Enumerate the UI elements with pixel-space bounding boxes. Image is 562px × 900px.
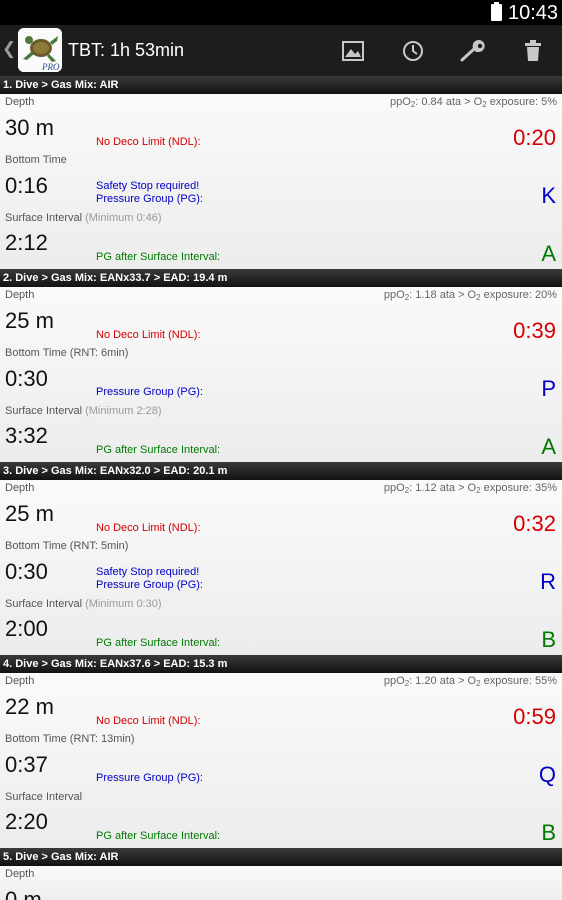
- pressure-group-label: Pressure Group (PG):: [96, 193, 203, 205]
- delete-button[interactable]: [515, 34, 551, 68]
- bottom-time-value[interactable]: 0:16: [5, 173, 48, 199]
- back-chevron-icon[interactable]: ❮: [2, 39, 16, 59]
- ndl-value: 0:20: [513, 125, 556, 150]
- pressure-group-value: K: [541, 183, 556, 208]
- pressure-group-value: P: [541, 376, 556, 401]
- bottom-time-label: Bottom Time (RNT: 6min): [5, 347, 129, 359]
- safety-stop-message: Safety Stop required!: [96, 180, 200, 192]
- history-button[interactable]: [395, 34, 431, 68]
- settings-button[interactable]: [455, 34, 491, 68]
- bottom-time-label: Bottom Time (RNT: 13min): [5, 733, 135, 745]
- bottom-time-value[interactable]: 0:30: [5, 366, 48, 392]
- status-clock: 10:43: [508, 2, 559, 24]
- page-title: TBT: 1h 53min: [68, 40, 185, 60]
- dive-list: 1. Dive > Gas Mix: AIR Depth ppO2: 0.84 …: [0, 76, 562, 900]
- pg-after-interval-label: PG after Surface Interval:: [96, 637, 221, 649]
- trash-icon: [525, 40, 541, 61]
- status-bar: 10:43: [0, 0, 562, 25]
- depth-value[interactable]: 25 m: [5, 501, 54, 527]
- pressure-group-value: Q: [538, 762, 556, 787]
- oxygen-info: ppO2: 1.18 ata > O2 exposure: 20%: [383, 289, 557, 302]
- dive-header[interactable]: 5. Dive > Gas Mix: AIR: [0, 848, 562, 866]
- ndl-label: No Deco Limit (NDL):: [96, 522, 201, 534]
- surface-interval-value[interactable]: 2:12: [5, 230, 48, 256]
- image-button[interactable]: [335, 34, 371, 68]
- pressure-group-value: R: [540, 569, 556, 594]
- battery-icon: [491, 2, 502, 21]
- depth-value[interactable]: 0 m: [5, 887, 42, 900]
- dive-card[interactable]: Depth 0 m: [0, 866, 562, 900]
- dive-card[interactable]: Depth ppO2: 0.84 ata > O2 exposure: 5% 3…: [0, 94, 562, 269]
- dive-header[interactable]: 2. Dive > Gas Mix: EANx33.7 > EAD: 19.4 …: [0, 269, 562, 287]
- depth-label: Depth: [5, 868, 35, 880]
- surface-interval-value[interactable]: 2:20: [5, 809, 48, 835]
- dive-header[interactable]: 4. Dive > Gas Mix: EANx37.6 > EAD: 15.3 …: [0, 655, 562, 673]
- ndl-label: No Deco Limit (NDL):: [96, 136, 201, 148]
- bottom-time-value[interactable]: 0:37: [5, 752, 48, 778]
- depth-value[interactable]: 30 m: [5, 115, 54, 141]
- oxygen-info: ppO2: 1.12 ata > O2 exposure: 35%: [383, 482, 557, 495]
- surface-interval-label: Surface Interval (Minimum 0:46): [5, 212, 162, 224]
- pressure-group-label: Pressure Group (PG):: [96, 579, 203, 591]
- dive-card[interactable]: Depth ppO2: 1.18 ata > O2 exposure: 20% …: [0, 287, 562, 462]
- ndl-label: No Deco Limit (NDL):: [96, 329, 201, 341]
- dive-header[interactable]: 3. Dive > Gas Mix: EANx32.0 > EAD: 20.1 …: [0, 462, 562, 480]
- action-bar: ❮ PRO TBT: 1h 53min: [0, 25, 562, 76]
- depth-value[interactable]: 25 m: [5, 308, 54, 334]
- wrench-icon: [460, 40, 485, 62]
- surface-interval-label: Surface Interval (Minimum 2:28): [5, 405, 162, 417]
- app-logo-icon[interactable]: PRO: [18, 28, 62, 72]
- bottom-time-label: Bottom Time (RNT: 5min): [5, 540, 129, 552]
- depth-value[interactable]: 22 m: [5, 694, 54, 720]
- ndl-value: 0:59: [513, 704, 556, 729]
- pg-after-interval-value: B: [541, 627, 556, 652]
- depth-label: Depth: [5, 675, 35, 687]
- pressure-group-label: Pressure Group (PG):: [96, 772, 203, 784]
- app-icon-text: PRO: [41, 62, 60, 72]
- dive-card[interactable]: Depth ppO2: 1.12 ata > O2 exposure: 35% …: [0, 480, 562, 655]
- ndl-value: 0:39: [513, 318, 556, 343]
- ndl-value: 0:32: [513, 511, 556, 536]
- depth-label: Depth: [5, 482, 35, 494]
- oxygen-info: ppO2: 1.20 ata > O2 exposure: 55%: [383, 675, 557, 688]
- depth-label: Depth: [5, 96, 35, 108]
- depth-label: Depth: [5, 289, 35, 301]
- pg-after-interval-label: PG after Surface Interval:: [96, 444, 221, 456]
- dive-card[interactable]: Depth ppO2: 1.20 ata > O2 exposure: 55% …: [0, 673, 562, 848]
- surface-interval-label: Surface Interval (Minimum 0:30): [5, 598, 162, 610]
- pg-after-interval-label: PG after Surface Interval:: [96, 830, 221, 842]
- surface-interval-value[interactable]: 3:32: [5, 423, 48, 449]
- pg-after-interval-value: A: [541, 241, 556, 266]
- pg-after-interval-label: PG after Surface Interval:: [96, 251, 221, 263]
- bottom-time-value[interactable]: 0:30: [5, 559, 48, 585]
- ndl-label: No Deco Limit (NDL):: [96, 715, 201, 727]
- oxygen-info: ppO2: 0.84 ata > O2 exposure: 5%: [390, 96, 557, 109]
- pg-after-interval-value: B: [541, 820, 556, 845]
- safety-stop-message: Safety Stop required!: [96, 566, 200, 578]
- surface-interval-value[interactable]: 2:00: [5, 616, 48, 642]
- pg-after-interval-value: A: [541, 434, 556, 459]
- dive-header[interactable]: 1. Dive > Gas Mix: AIR: [0, 76, 562, 94]
- bottom-time-label: Bottom Time: [5, 154, 67, 166]
- pressure-group-label: Pressure Group (PG):: [96, 386, 203, 398]
- clock-icon: [403, 41, 423, 61]
- image-icon: [342, 41, 364, 61]
- surface-interval-label: Surface Interval: [5, 791, 83, 803]
